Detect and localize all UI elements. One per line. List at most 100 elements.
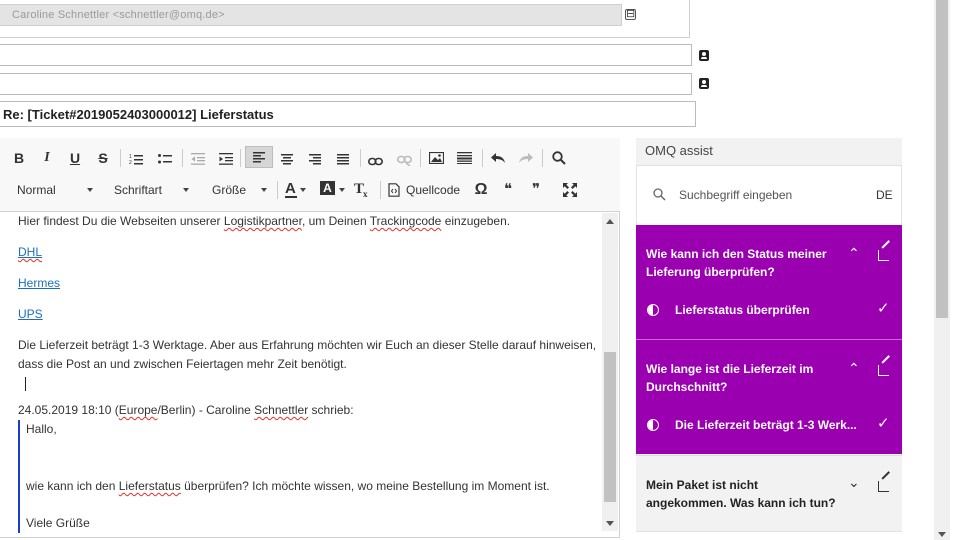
text-color-bar (285, 196, 297, 198)
format-select[interactable]: Normal (17, 179, 93, 201)
omq-card[interactable]: Wie kann ich den Status meiner Lieferung… (636, 225, 902, 339)
omq-search-input[interactable]: Suchbegriff eingeben (679, 188, 869, 204)
scroll-down-icon[interactable] (938, 532, 946, 537)
dropdown-caret-icon (87, 188, 93, 192)
align-center-icon[interactable] (281, 152, 293, 170)
background-color-icon: A (320, 181, 335, 195)
insert-check-icon[interactable]: ✓ (877, 299, 890, 317)
align-left-button[interactable] (245, 146, 273, 168)
insert-check-icon[interactable]: ✓ (877, 414, 890, 432)
remove-quote-button[interactable]: ❞ (526, 179, 546, 201)
justify-icon[interactable] (337, 152, 349, 170)
omq-card[interactable]: Wie lange ist die Lieferzeit im Durchsch… (636, 340, 902, 454)
size-select[interactable]: Größe (212, 179, 267, 201)
text-fragment: einzugeben. (441, 214, 511, 228)
special-char-button[interactable]: Ω (472, 179, 490, 201)
answer-type-icon (647, 419, 659, 431)
omq-card-answer[interactable]: Lieferstatus überprüfen (675, 303, 810, 317)
link-text: DHL (18, 245, 43, 259)
external-link-icon[interactable] (878, 250, 889, 261)
omq-card-question: Wie lange ist die Lieferzeit im Durchsch… (646, 362, 814, 394)
font-select[interactable]: Schriftart (114, 179, 189, 201)
dropdown-caret-icon (300, 188, 306, 192)
external-link-icon[interactable] (878, 365, 889, 376)
editor-scroll-thumb[interactable] (604, 352, 616, 502)
bold-button[interactable]: B (10, 147, 28, 169)
image-icon[interactable] (428, 151, 445, 169)
address-book-icon[interactable] (699, 78, 709, 89)
toolbar-separator (240, 149, 241, 167)
strikethrough-button[interactable]: S (94, 147, 112, 169)
toolbar-separator (360, 149, 361, 167)
subject-field[interactable]: Re: [Ticket#2019052403000012] Lieferstat… (0, 101, 696, 127)
link-dhl[interactable]: DHL (18, 245, 42, 259)
source-code-button[interactable]: Quellcode (406, 179, 460, 201)
indent-icon[interactable] (219, 152, 233, 170)
collapse-icon[interactable]: ⊟ (625, 9, 636, 20)
external-link-icon[interactable] (878, 481, 889, 492)
numbered-list-icon[interactable]: 12 (129, 152, 143, 170)
dropdown-caret-icon (183, 188, 189, 192)
underline-button[interactable]: U (66, 147, 84, 169)
horizontal-line-icon[interactable] (457, 151, 472, 169)
toolbar-separator (380, 181, 381, 199)
chevron-down-icon[interactable]: ⌄ (848, 474, 860, 491)
redo-icon[interactable] (518, 151, 534, 169)
bullet-list-icon[interactable] (158, 152, 172, 170)
source-file-icon[interactable] (388, 183, 400, 202)
quote-closing: Viele Grüße (26, 516, 90, 530)
text-fragment: wie kann ich den (26, 479, 119, 493)
to-field[interactable] (0, 44, 692, 66)
toolbar-separator (420, 149, 421, 167)
link-hermes[interactable]: Hermes (18, 276, 60, 290)
omq-card-question: Mein Paket ist nicht angekommen. Was kan… (646, 478, 836, 510)
format-select-label: Normal (17, 183, 56, 197)
editor-content[interactable]: Hier findest Du die Webseiten unserer Lo… (18, 212, 598, 536)
omq-card-answer[interactable]: Die Lieferzeit beträgt 1-3 Werk... (675, 418, 857, 432)
link-icon[interactable] (368, 153, 383, 171)
text-cursor (25, 377, 26, 391)
align-right-icon[interactable] (309, 152, 321, 170)
quote-greeting: Hallo, (26, 422, 57, 436)
scroll-up-icon[interactable] (606, 219, 614, 224)
link-ups[interactable]: UPS (18, 307, 43, 321)
maximize-icon[interactable] (563, 183, 577, 202)
address-book-icon[interactable] (699, 50, 709, 61)
undo-icon[interactable] (490, 151, 506, 169)
quote-spacer (26, 496, 598, 514)
unlink-icon[interactable] (397, 153, 412, 171)
toolbar-separator (120, 149, 121, 167)
remove-mark-icon: x (363, 189, 368, 199)
blockquote-button[interactable]: ❝ (499, 179, 517, 201)
toolbar-separator (542, 149, 543, 167)
cc-field[interactable] (0, 73, 692, 95)
text-fragment: Hier findest Du die Webseiten unserer (18, 214, 224, 228)
outdent-icon[interactable] (191, 152, 205, 170)
svg-text:2: 2 (129, 160, 132, 165)
text-fragment: Lieferstatus (118, 479, 181, 493)
omq-card[interactable]: Mein Paket ist nicht angekommen. Was kan… (636, 455, 902, 531)
clear-format-button[interactable]: T x (354, 181, 372, 199)
quote-spacer (26, 439, 598, 477)
search-icon[interactable] (552, 151, 566, 170)
italic-button[interactable]: I (38, 147, 56, 169)
text-fragment: schrieb: (308, 403, 354, 417)
from-field: Caroline Schnettler <schnettler@omq.de> (0, 4, 622, 26)
chevron-up-icon[interactable]: ⌃ (848, 245, 860, 262)
chevron-up-icon[interactable]: ⌃ (848, 360, 860, 377)
background-color-button[interactable]: A (320, 179, 346, 199)
quote-line: wie kann ich den Lieferstatus überprüfen… (26, 477, 598, 496)
text-fragment: überprüfen? Ich möchte wissen, wo meine … (180, 479, 550, 493)
omq-card-question: Wie kann ich den Status meiner Lieferung… (646, 247, 827, 279)
text-fragment: 24.05.2019 18:10 ( (18, 403, 119, 417)
dropdown-caret-icon (339, 188, 345, 192)
text-fragment: , um Deinen (301, 214, 370, 228)
quoted-message: Hallo, wie kann ich den Lieferstatus übe… (18, 420, 598, 533)
scroll-down-icon[interactable] (606, 521, 614, 526)
size-select-label: Größe (212, 183, 247, 197)
intro-paragraph: Hier findest Du die Webseiten unserer Lo… (18, 212, 598, 231)
caret-line (18, 374, 598, 393)
language-selector[interactable]: DE (876, 188, 893, 202)
text-color-button[interactable]: A (285, 180, 315, 200)
page-scroll-thumb[interactable] (936, 0, 948, 318)
